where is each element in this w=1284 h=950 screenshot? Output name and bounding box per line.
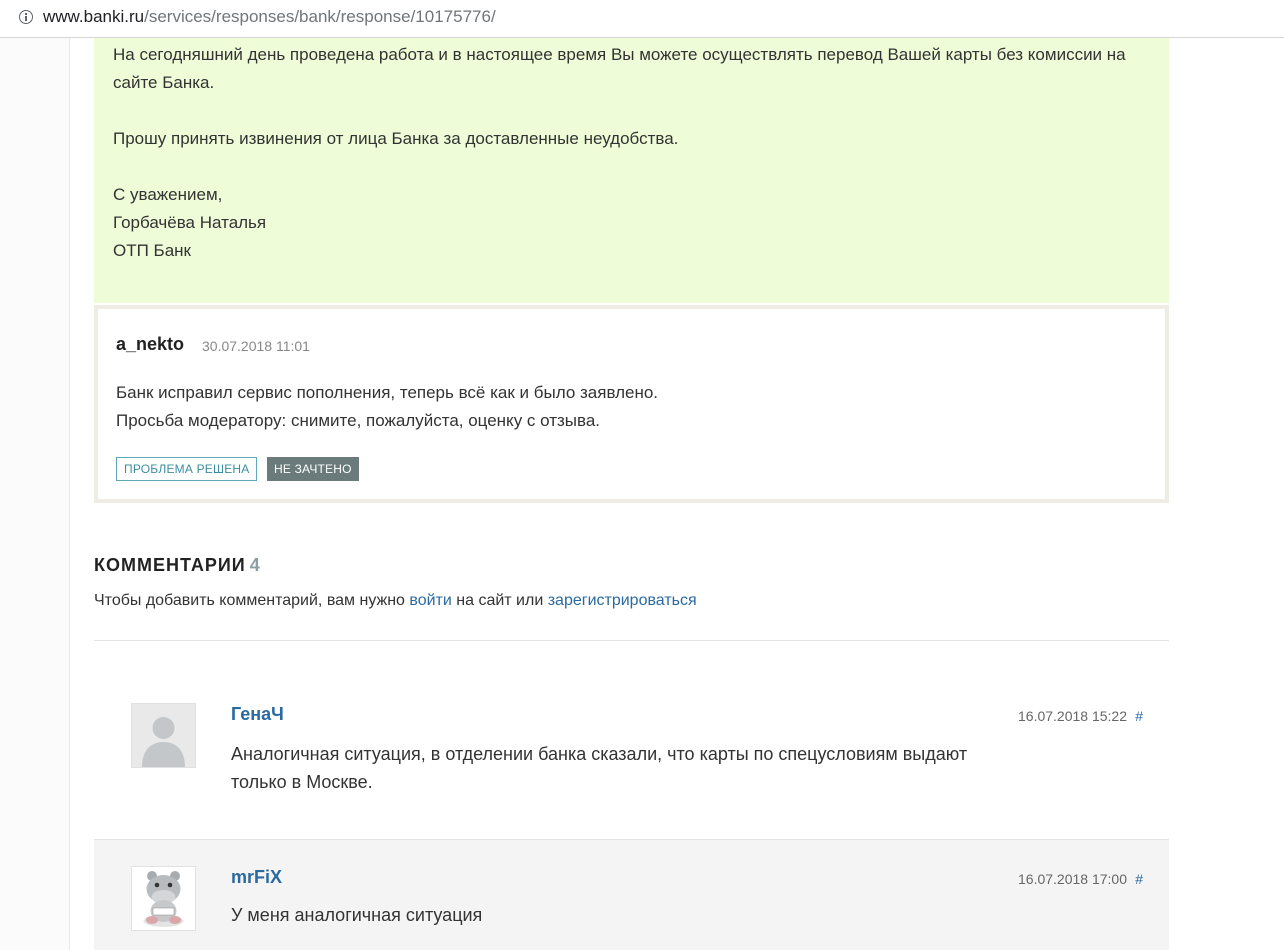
bank-response-apology: Прошу принять извинения от лица Банка за…: [113, 129, 679, 148]
browser-address-bar[interactable]: www.banki.ru/services/responses/bank/res…: [0, 0, 1284, 38]
reply-text: Банк исправил сервис пополнения, теперь …: [116, 379, 658, 435]
comment-text: Аналогичная ситуация, в отделении банка …: [231, 740, 1031, 796]
url-host: www.banki.ru: [43, 7, 145, 26]
bank-response-bank: ОТП Банк: [113, 241, 191, 260]
default-user-avatar-icon[interactable]: [131, 703, 196, 768]
comments-title: КОММЕНТАРИИ: [94, 555, 246, 575]
url-path: /services/responses/bank/response/101757…: [144, 7, 496, 26]
reply-author[interactable]: a_nekto: [116, 334, 184, 355]
bank-response-regards: С уважением,: [113, 185, 223, 204]
comment-text-line: Аналогичная ситуация, в отделении банка …: [231, 744, 968, 764]
comment-author[interactable]: mrFiX: [231, 867, 282, 888]
not-counted-badge: НЕ ЗАЧТЕНО: [267, 457, 359, 481]
comments-heading: КОММЕНТАРИИ 4: [94, 555, 261, 576]
login-link[interactable]: войти: [409, 592, 451, 609]
comment-text-line: У меня аналогичная ситуация: [231, 905, 483, 925]
comment-permalink[interactable]: #: [1135, 871, 1143, 887]
comment-item: mrFiX 16.07.2018 17:00 # У меня аналогич…: [94, 839, 1169, 950]
comment-text-line: только в Москве.: [231, 772, 373, 792]
problem-solved-badge: ПРОБЛЕМА РЕШЕНА: [116, 457, 258, 481]
author-reply-card: a_nekto 30.07.2018 11:01 Банк исправил с…: [94, 305, 1169, 503]
hippo-avatar-icon[interactable]: [131, 866, 196, 931]
hint-prefix: Чтобы добавить комментарий, вам нужно: [94, 592, 410, 609]
comment-date: 16.07.2018 17:00: [1018, 871, 1127, 887]
reply-text-line: Банк исправил сервис пополнения, теперь …: [116, 383, 659, 402]
bank-response-signer: Горбачёва Наталья: [113, 213, 267, 232]
comment-author[interactable]: ГенаЧ: [231, 704, 284, 725]
bank-response-paragraph: На сегодняшний день проведена работа и в…: [113, 45, 1126, 92]
comment-permalink[interactable]: #: [1135, 708, 1143, 724]
reply-date: 30.07.2018 11:01: [202, 338, 310, 354]
bank-response-block: На сегодняшний день проведена работа и в…: [94, 38, 1169, 303]
comment-item: ГенаЧ 16.07.2018 15:22 # Аналогичная сит…: [94, 641, 1169, 839]
comment-text: У меня аналогичная ситуация: [231, 901, 1031, 929]
url-field[interactable]: www.banki.ru/services/responses/bank/res…: [43, 7, 496, 27]
hint-middle: на сайт или: [451, 592, 548, 609]
reply-text-line: Просьба модератору: снимите, пожалуйста,…: [116, 411, 601, 430]
left-sidebar: [0, 38, 70, 950]
comments-login-hint: Чтобы добавить комментарий, вам нужно во…: [94, 592, 697, 610]
comment-date: 16.07.2018 15:22: [1018, 708, 1127, 724]
site-info-icon[interactable]: [19, 10, 33, 24]
comments-count: 4: [249, 555, 261, 575]
register-link[interactable]: зарегистрироваться: [548, 592, 697, 609]
